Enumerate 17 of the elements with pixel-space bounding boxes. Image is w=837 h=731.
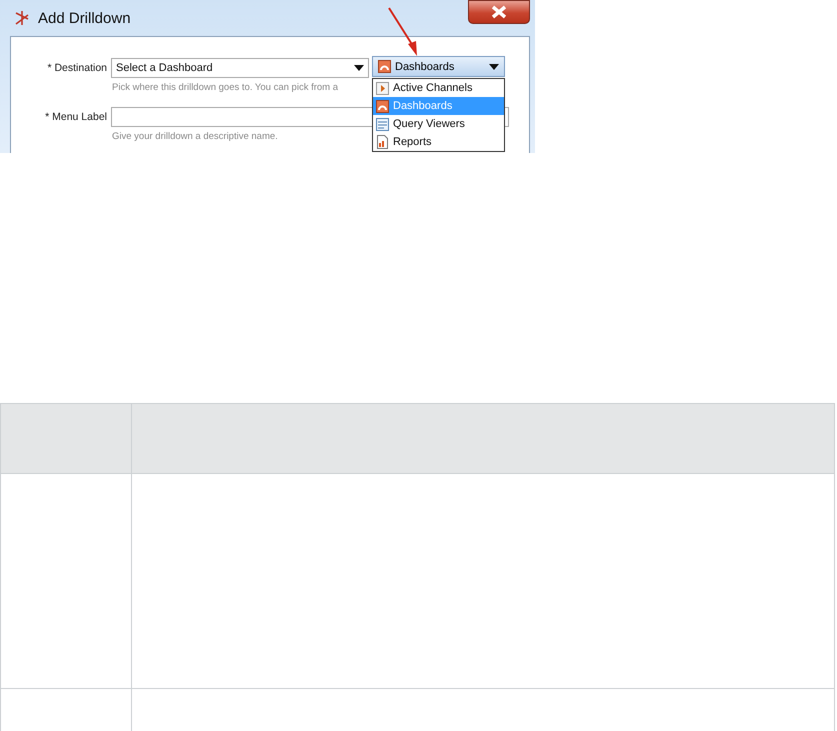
field-hint: Give your drilldown a descriptive name. (112, 131, 278, 142)
destination-select[interactable]: Select a Dashboard (111, 58, 369, 78)
gauge-icon (376, 100, 389, 112)
play-icon (376, 82, 389, 94)
type-select[interactable]: Dashboards (372, 56, 505, 77)
table-icon (376, 118, 389, 130)
drilldown-icon (14, 10, 30, 26)
caret-icon (489, 64, 499, 70)
field-label: * Destination (46, 62, 108, 74)
gauge-icon (378, 60, 391, 73)
close-button[interactable] (468, 0, 530, 24)
close-icon (490, 5, 508, 19)
field-label: * Menu Label (44, 111, 108, 123)
window-title: Add Drilldown (38, 10, 131, 26)
caret-icon (354, 65, 364, 71)
report-icon (376, 135, 389, 149)
field-hint: Pick where this drilldown goes to. You can pick from a (112, 82, 338, 93)
